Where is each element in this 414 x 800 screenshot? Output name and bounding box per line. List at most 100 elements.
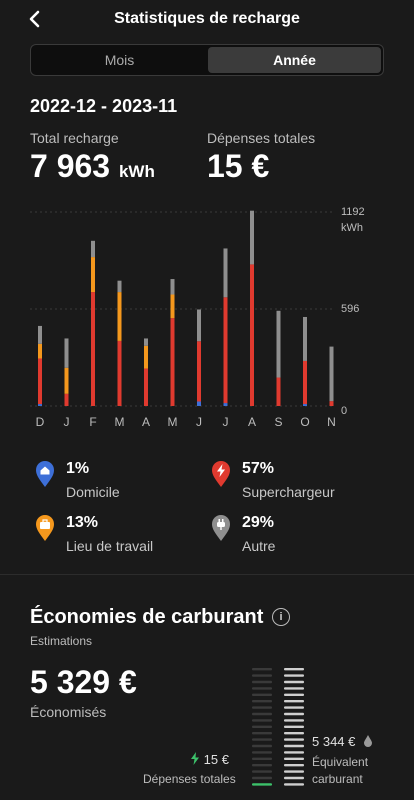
bar-segment-autre bbox=[170, 279, 175, 295]
bar-segment-supercharge bbox=[38, 358, 42, 405]
depenses-label: Dépenses totales bbox=[143, 772, 236, 786]
legend-domicile-label: Domicile bbox=[66, 484, 120, 500]
equivalent-stack-line bbox=[284, 732, 304, 735]
info-icon[interactable]: i bbox=[272, 608, 290, 626]
equivalent-stack-line bbox=[284, 706, 304, 709]
x-tick-label: S bbox=[274, 415, 282, 429]
legend-domicile-pct: 1% bbox=[66, 460, 90, 477]
depenses-stack-line bbox=[252, 706, 272, 709]
bar-segment-domicile bbox=[223, 403, 228, 406]
legend-superchargeur: 57% Superchargeur bbox=[210, 460, 390, 510]
bar-segment-autre bbox=[38, 325, 42, 344]
tab-annee[interactable]: Année bbox=[208, 47, 381, 73]
y-tick-label: 596 bbox=[341, 303, 359, 315]
x-tick-label: J bbox=[196, 415, 202, 429]
tab-mois[interactable]: Mois bbox=[33, 47, 206, 73]
depenses-stack-line bbox=[252, 738, 272, 741]
bar-segment-travail bbox=[170, 294, 175, 319]
bar-segment-autre bbox=[276, 310, 281, 378]
depenses-stack-line bbox=[252, 668, 272, 671]
x-tick-label: M bbox=[115, 415, 125, 429]
total-recharge-label: Total recharge bbox=[30, 130, 119, 146]
section-divider bbox=[0, 574, 414, 575]
economies-value-label: Économisés bbox=[30, 704, 107, 720]
legend-travail-pct: 13% bbox=[66, 514, 99, 531]
bar-segment-supercharge bbox=[250, 264, 254, 406]
bar-segment-supercharge bbox=[170, 318, 175, 406]
house-pin-icon bbox=[36, 461, 54, 487]
depenses-row: 15 € bbox=[190, 752, 229, 767]
equivalent-stack-line bbox=[284, 770, 304, 773]
equivalent-row: 5 344 € bbox=[312, 734, 373, 749]
equivalent-stack-line bbox=[284, 764, 304, 767]
legend-autre: 29% Autre bbox=[210, 514, 390, 564]
lightning-icon bbox=[191, 752, 199, 765]
depenses-stack-line bbox=[252, 783, 272, 786]
depenses-stack-line bbox=[252, 725, 272, 728]
savings-comparison-graphic bbox=[252, 668, 304, 786]
bar-segment-supercharge bbox=[303, 360, 307, 405]
bar-segment-autre bbox=[329, 346, 334, 402]
equivalent-stack-line bbox=[284, 738, 304, 741]
total-cost-label: Dépenses totales bbox=[207, 130, 316, 146]
x-tick-label: A bbox=[142, 415, 150, 429]
equivalent-stack-line bbox=[284, 719, 304, 722]
bar-segment-autre bbox=[91, 240, 95, 258]
economies-title: Économies de carburant bbox=[30, 606, 264, 628]
fuel-drop-icon bbox=[364, 735, 372, 747]
bar-segment-supercharge bbox=[117, 340, 122, 406]
total-recharge-value: 7 963 kWh bbox=[30, 148, 155, 185]
bar-segment-travail bbox=[144, 345, 148, 369]
depenses-stack-line bbox=[252, 687, 272, 690]
period-segmented-control: Mois Année bbox=[30, 44, 384, 76]
equivalent-stack-line bbox=[284, 744, 304, 748]
bar-segment-travail bbox=[64, 367, 69, 394]
plug-pin-icon bbox=[212, 515, 230, 541]
depenses-stack-line bbox=[252, 674, 272, 677]
legend-domicile: 1% Domicile bbox=[34, 460, 204, 510]
x-tick-label: D bbox=[36, 415, 45, 429]
charging-chart: 1192 kWh 596 0 D J F M A M J J A S O N bbox=[30, 206, 365, 429]
bar-segment-autre bbox=[223, 248, 228, 298]
bar-segment-domicile bbox=[197, 401, 201, 406]
depenses-stack-line bbox=[252, 693, 272, 696]
legend-superchargeur-pct: 57% bbox=[242, 460, 275, 477]
bar-segment-autre bbox=[250, 210, 254, 265]
lightning-pin-icon bbox=[212, 461, 230, 487]
bar-segment-autre bbox=[64, 338, 69, 368]
bar-segment-autre bbox=[303, 316, 307, 361]
bar-segment-travail bbox=[38, 343, 42, 359]
economies-value: 5 329 € bbox=[30, 664, 137, 700]
depenses-stack-line bbox=[252, 757, 272, 760]
bar-segment-travail bbox=[91, 257, 95, 293]
x-tick-label: F bbox=[89, 415, 96, 429]
equivalent-value: 5 344 € bbox=[312, 734, 356, 749]
x-tick-label: J bbox=[223, 415, 229, 429]
equivalent-stack-line bbox=[284, 757, 304, 760]
bar-segment-supercharge bbox=[144, 368, 148, 406]
depenses-stack-line bbox=[252, 680, 272, 684]
bar-segment-supercharge bbox=[197, 341, 201, 402]
total-recharge-unit: kWh bbox=[118, 162, 155, 181]
equivalent-stack-line bbox=[284, 687, 304, 690]
x-tick-label: M bbox=[168, 415, 178, 429]
period-range: 2022-12 - 2023-11 bbox=[30, 96, 178, 116]
bar-segment-autre bbox=[197, 309, 201, 342]
equivalent-stack-line bbox=[284, 700, 304, 703]
legend-travail-label: Lieu de travail bbox=[66, 538, 154, 554]
y-tick-label: 1192 bbox=[341, 206, 365, 218]
equivalent-stack-line bbox=[284, 668, 304, 671]
bar-segment-autre bbox=[144, 338, 148, 346]
x-tick-label: A bbox=[248, 415, 256, 429]
bar-segment-supercharge bbox=[91, 292, 95, 406]
x-tick-label: N bbox=[327, 415, 336, 429]
total-cost-value: 15 € bbox=[207, 148, 270, 184]
equivalent-stack-line bbox=[284, 751, 304, 754]
equivalent-label: Équivalent carburant bbox=[312, 755, 369, 786]
bar-segment-supercharge bbox=[276, 377, 281, 406]
y-tick-label: 0 bbox=[341, 405, 347, 417]
y-tick-label: kWh bbox=[341, 222, 363, 234]
equivalent-stack-line bbox=[284, 712, 304, 716]
bar-segment-autre bbox=[117, 280, 122, 293]
legend-travail: 13% Lieu de travail bbox=[34, 514, 204, 564]
